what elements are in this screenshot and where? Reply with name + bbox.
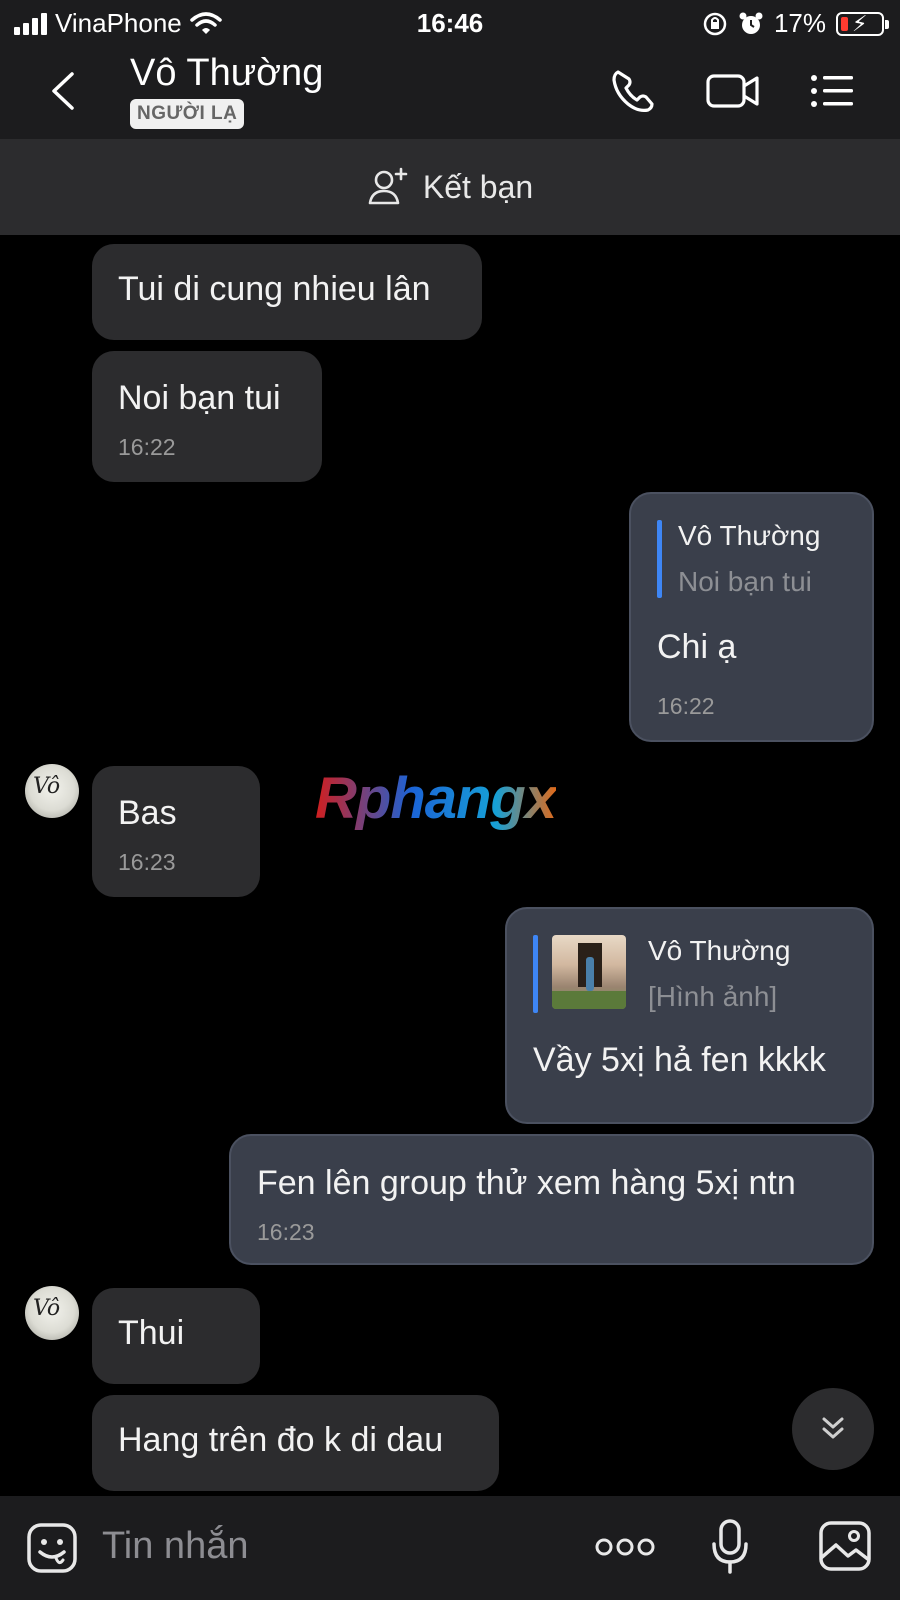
status-bar: VinaPhone 16:46 17% ⚡ <box>0 0 900 46</box>
message-text: Chi ạ <box>657 628 737 666</box>
add-friend-button[interactable]: Kết bạn <box>0 139 900 235</box>
avatar[interactable]: Vô <box>25 764 79 818</box>
message-bubble-outgoing-reply[interactable]: Vô Thường Noi bạn tui Chi ạ 16:22 <box>629 492 874 742</box>
message-text: Noi bạn tui <box>118 379 281 417</box>
add-user-icon <box>368 167 408 205</box>
quote-bar <box>533 935 538 1013</box>
message-text: Bas <box>118 794 177 832</box>
more-options-icon[interactable] <box>595 1536 655 1558</box>
stranger-badge: NGƯỜI LẠ <box>130 99 245 129</box>
phone-call-icon[interactable] <box>606 66 662 116</box>
quote-bar <box>657 520 662 598</box>
message-bubble-incoming[interactable]: Tui di cung nhieu lân <box>92 244 482 340</box>
message-bubble-outgoing-reply[interactable]: Vô Thường [Hình ảnh] Vầy 5xị hả fen kkkk <box>505 907 874 1124</box>
back-icon[interactable] <box>40 66 90 116</box>
message-bubble-outgoing[interactable]: Fen lên group thử xem hàng 5xị ntn 16:23 <box>229 1134 874 1265</box>
quote-text: Noi bạn tui <box>678 566 812 597</box>
alarm-icon <box>739 12 763 34</box>
watermark: Rphangx <box>315 766 557 831</box>
quote-author: Vô Thường <box>678 520 821 551</box>
quoted-message[interactable]: Vô Thường Noi bạn tui <box>657 520 846 598</box>
video-call-icon[interactable] <box>705 66 761 116</box>
message-text: Hang trên đo k di dau <box>118 1421 444 1459</box>
battery-percent: 17% <box>773 8 826 38</box>
quote-author: Vô Thường <box>648 935 791 966</box>
message-time: 16:23 <box>257 1219 315 1245</box>
chat-header: Vô Thường NGƯỜI LẠ <box>0 46 900 139</box>
add-friend-label: Kết bạn <box>422 168 534 205</box>
avatar[interactable]: Vô <box>25 1286 79 1340</box>
menu-list-icon[interactable] <box>808 66 864 116</box>
message-input-bar <box>0 1496 900 1600</box>
quoted-message[interactable]: Vô Thường [Hình ảnh] <box>533 935 846 1013</box>
sticker-emoji-icon[interactable] <box>26 1522 78 1574</box>
message-text: Thui <box>118 1314 185 1352</box>
message-text: Fen lên group thử xem hàng 5xị ntn <box>257 1164 796 1202</box>
message-bubble-incoming[interactable]: Thui <box>92 1288 260 1384</box>
message-input[interactable] <box>102 1518 562 1574</box>
message-time: 16:22 <box>118 434 176 460</box>
quote-image-thumbnail <box>552 935 626 1009</box>
message-text: Tui di cung nhieu lân <box>118 270 431 308</box>
status-right: 17% ⚡ <box>702 8 889 39</box>
message-text: Vầy 5xị hả fen kkkk <box>533 1041 826 1079</box>
contact-title[interactable]: Vô Thường NGƯỜI LẠ <box>130 52 323 129</box>
message-time: 16:22 <box>657 693 715 719</box>
contact-name: Vô Thường <box>130 52 324 94</box>
microphone-icon[interactable] <box>710 1518 750 1576</box>
chevron-double-down-icon <box>822 1417 844 1439</box>
scroll-to-bottom-button[interactable] <box>792 1388 874 1470</box>
message-bubble-incoming[interactable]: Noi bạn tui 16:22 <box>92 351 322 482</box>
quote-text: [Hình ảnh] <box>648 981 778 1012</box>
battery-icon: ⚡ <box>836 11 889 36</box>
image-gallery-icon[interactable] <box>818 1520 872 1572</box>
message-time: 16:23 <box>118 849 176 875</box>
message-bubble-incoming[interactable]: Hang trên đo k di dau <box>92 1395 499 1491</box>
message-bubble-incoming[interactable]: Bas 16:23 <box>92 766 260 897</box>
rotation-lock-icon <box>703 12 727 35</box>
